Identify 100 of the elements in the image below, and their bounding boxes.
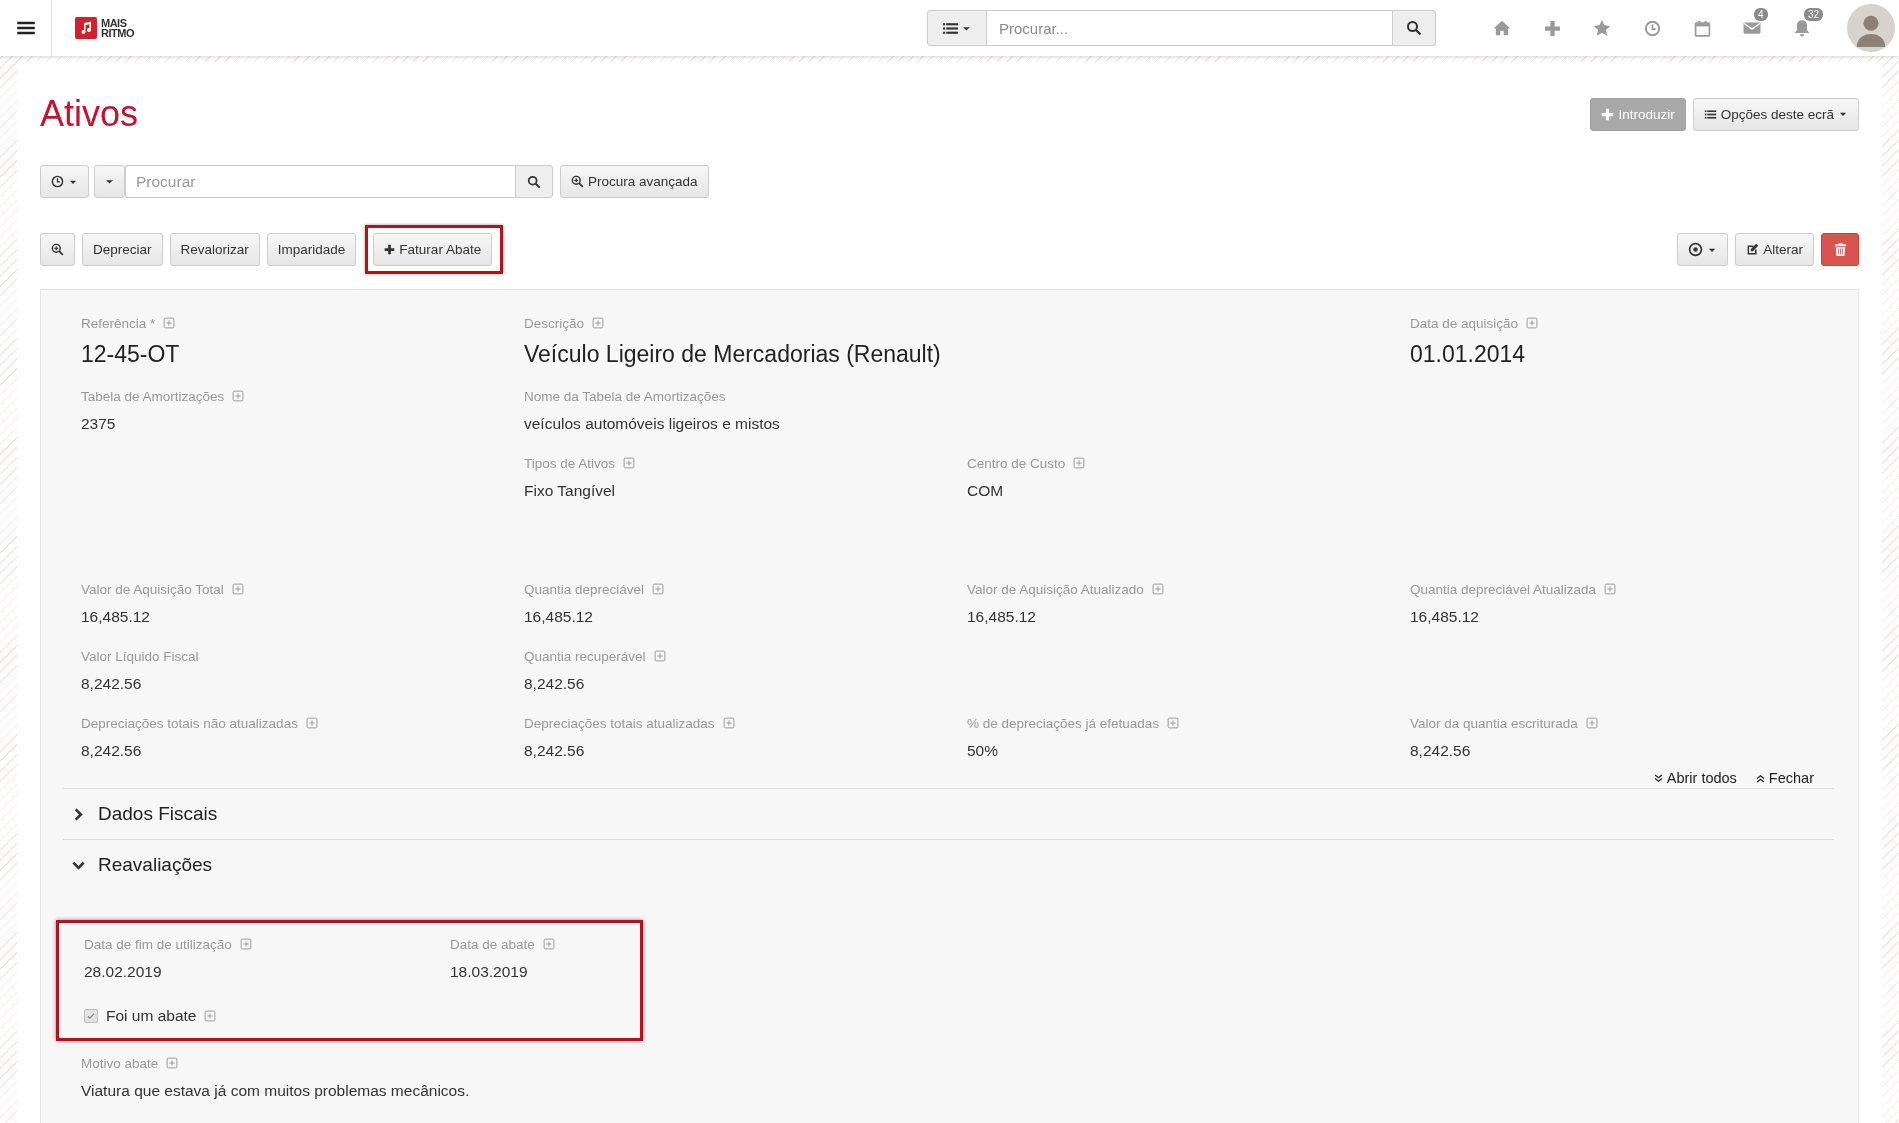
field-label: Descrição [524,315,585,331]
field-value: 8,242.56 [1410,741,1472,761]
plus-icon [384,244,396,255]
plus-square-icon[interactable] [592,317,605,329]
plus-square-icon[interactable] [623,457,636,469]
action-button[interactable]: Imparidade [266,233,357,266]
search-scope-button[interactable] [927,10,987,46]
checkbox-label: Foi um abate [106,1007,197,1025]
plus-square-icon[interactable] [1151,583,1164,595]
logo[interactable]: MAIS RITMO [75,17,134,39]
field-value: 12-45-OT [81,340,181,369]
field-label: Tipos de Ativos [524,455,616,471]
field-value: 28.02.2019 [84,962,163,982]
history-dropdown-button[interactable] [40,165,89,198]
field-label: Valor de Aquisição Total [81,581,224,597]
plus-square-icon[interactable] [1073,457,1086,469]
calendar-icon [1693,19,1711,37]
field-value: 8,242.56 [524,674,586,694]
target-icon [1688,242,1704,257]
advanced-search-button[interactable]: Procura avançada [560,165,709,198]
star-icon [1593,19,1611,37]
zoom-in-icon [51,243,64,256]
screen-options-button[interactable]: Opções deste ecrã [1692,97,1859,131]
filter-dropdown-button[interactable] [94,165,125,198]
plus-square-icon[interactable] [1585,717,1598,729]
field-value: 50% [967,741,1000,761]
delete-button[interactable] [1821,233,1859,266]
plus-square-icon[interactable] [163,317,176,329]
check-icon [86,1011,96,1021]
clock-icon [51,175,64,188]
search-field[interactable]: Procurar [125,165,515,198]
page-title: Ativos [40,93,139,135]
plus-square-icon[interactable] [652,583,665,595]
plus-square-icon[interactable] [722,717,735,729]
plus-square-icon[interactable] [231,583,244,595]
field-label: Data de fim de utilização [84,936,232,952]
count-badge: 4 [1754,8,1768,21]
field-value: 2375 [81,414,117,434]
field-label: Depreciações totais atualizadas [524,715,715,731]
plus-square-icon[interactable] [542,938,555,950]
edit-button[interactable]: Alterar [1735,233,1814,266]
field-label: Data de abate [450,936,535,952]
field-value: 16,485.12 [81,607,151,627]
field-value: Veículo Ligeiro de Mercadorias (Renault) [524,340,942,369]
field-label: Quantia recuperável [524,648,646,664]
plus-square-icon[interactable] [305,717,318,729]
trash-icon [1832,242,1848,257]
action-button[interactable]: Faturar Abate [373,233,493,266]
plus-square-icon[interactable] [1167,717,1180,729]
field-label: Nome da Tabela de Amortizações [524,388,726,404]
zoom-button[interactable] [40,233,75,266]
plus-square-icon[interactable] [1604,583,1617,595]
plus-square-icon[interactable] [1526,317,1539,329]
avatar[interactable] [1847,4,1895,52]
search-field[interactable]: Procurar... [987,10,1392,46]
plus-square-icon[interactable] [232,390,245,402]
field-label: Centro de Custo [967,455,1066,471]
search-icon [527,174,541,189]
zoom-in-icon [571,175,584,188]
section-header[interactable]: Dados Fiscais [63,788,1834,839]
home-icon [1493,19,1511,37]
field-value: 18.03.2019 [450,962,529,982]
count-badge: 32 [1804,8,1824,21]
field-value: 8,242.56 [81,741,143,761]
field-label: Data de aquisição [1410,315,1519,331]
field-value: COM [967,481,1005,501]
field-label: Quantia depreciável Atualizada [1410,581,1597,597]
field-label: % de depreciações já efetuadas [967,715,1160,731]
plus-icon [1543,19,1561,37]
plus-square-icon[interactable] [204,1010,217,1022]
field-label: Tabela de Amortizações [81,388,225,404]
field-label: Depreciações totais não atualizadas [81,715,298,731]
double-chevron-down-icon [1652,772,1664,784]
field-value: 01.01.2014 [1410,340,1527,369]
action-button[interactable]: Depreciar [82,233,163,266]
section-header[interactable]: Reavaliações [63,839,1834,890]
envelope-icon [1743,19,1761,37]
field-label: Valor da quantia escriturada [1410,715,1578,731]
checkbox[interactable] [84,1009,98,1023]
plus-square-icon[interactable] [166,1057,179,1069]
edit-icon [1746,243,1760,256]
field-value: 8,242.56 [524,741,586,761]
collapse-link[interactable]: Fechar [1754,768,1814,788]
bell-icon [1793,19,1811,37]
expand-all-link[interactable]: Abrir todos [1652,768,1737,788]
field-label: Valor de Aquisição Atualizado [967,581,1144,597]
field-value: 8,242.56 [81,674,143,694]
options-dropdown-button[interactable] [1677,233,1729,266]
search-button[interactable] [515,165,553,198]
search-icon [1406,20,1422,36]
action-button[interactable]: Revalorizar [169,233,260,266]
field-label: Motivo abate [81,1055,159,1071]
search-button[interactable] [1392,10,1436,46]
field-label: Referência * [81,315,156,331]
plus-square-icon[interactable] [239,938,252,950]
double-chevron-up-icon [1754,772,1766,784]
plus-square-icon[interactable] [653,650,666,662]
field-value: 16,485.12 [967,607,1037,627]
field-label: Valor Líquido Fiscal [81,648,199,664]
field-value: Fixo Tangível [524,481,617,501]
